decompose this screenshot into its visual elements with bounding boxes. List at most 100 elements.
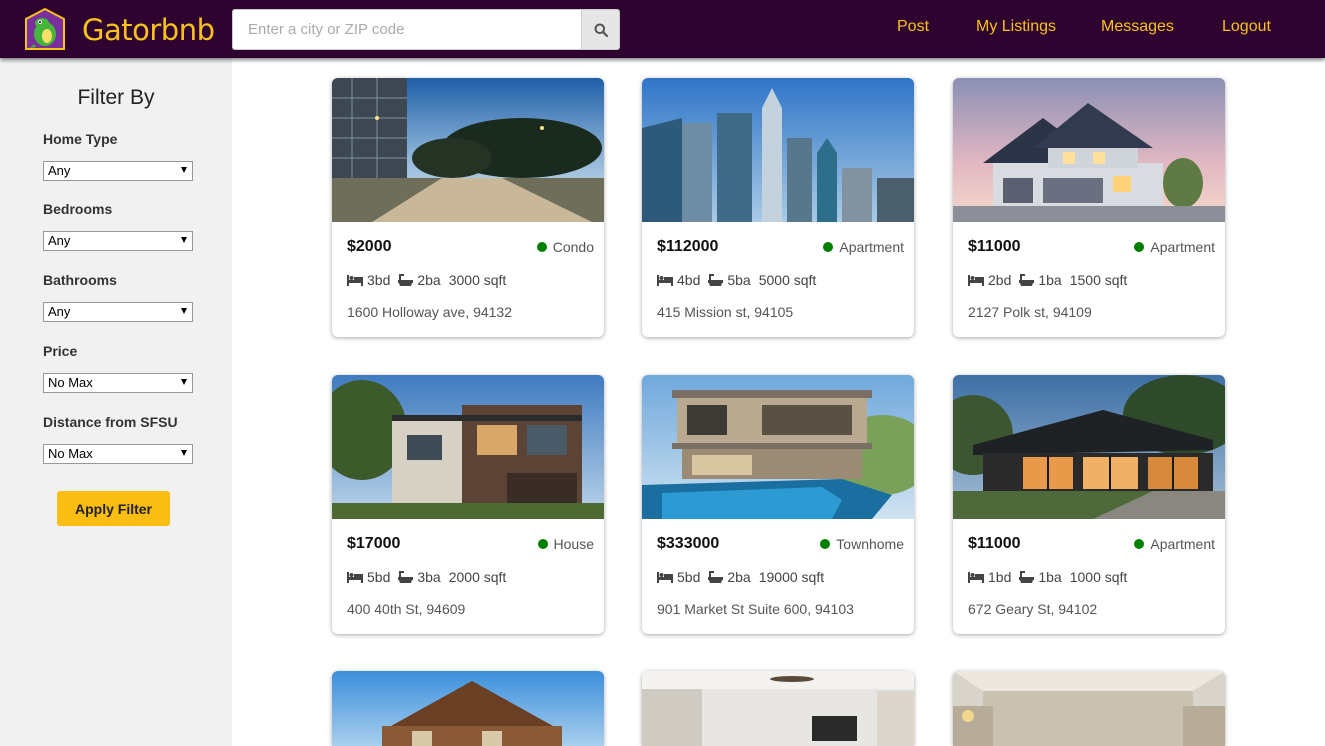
listing-price: $11000 <box>968 535 1021 552</box>
price-value: No Max <box>48 375 93 390</box>
price-select[interactable]: No Max <box>43 373 193 393</box>
listing-price: $11000 <box>968 238 1021 255</box>
bed-icon <box>657 571 673 583</box>
listing-type: Apartment <box>823 239 904 255</box>
top-navbar: Gatorbnb Post My Listings Messages Logou… <box>0 0 1325 58</box>
listing-price: $333000 <box>657 535 720 552</box>
dropdown-arrow-icon <box>181 450 187 456</box>
square-footage: 1500 sqft <box>1069 272 1128 288</box>
listing-type: Townhome <box>820 536 904 552</box>
bathroom-count: 3ba <box>417 569 441 585</box>
available-dot-icon <box>536 242 547 252</box>
listing-price: $112000 <box>657 238 719 255</box>
home-type-select[interactable]: Any <box>43 161 193 181</box>
listing-photo[interactable] <box>332 375 604 519</box>
bed-icon <box>347 274 363 286</box>
listing-card[interactable]: $11000 Apartment 2bd 1ba 1500 sqft 2127 … <box>953 78 1225 337</box>
square-footage: 1000 sqft <box>1069 569 1128 585</box>
bedroom-count: 4bd <box>677 272 701 288</box>
bathrooms-value: Any <box>48 304 71 319</box>
filter-label-bedrooms: Bedrooms <box>43 201 113 217</box>
listing-type-label: Condo <box>552 239 594 255</box>
nav-post-link[interactable]: Post <box>897 18 929 36</box>
bath-icon <box>398 570 414 583</box>
filter-title: Filter By <box>77 86 155 109</box>
bath-icon <box>398 273 414 286</box>
listing-photo[interactable] <box>332 78 604 222</box>
bedroom-count: 1bd <box>988 569 1012 585</box>
listing-address: 672 Geary St, 94102 <box>968 601 1098 617</box>
bath-icon <box>708 273 724 286</box>
filter-sidebar: Filter By Home Type Any Bedrooms Any Bat… <box>0 58 232 746</box>
available-dot-icon <box>823 242 834 252</box>
bedrooms-value: Any <box>48 233 71 248</box>
listing-photo[interactable] <box>332 671 604 746</box>
bathroom-count: 1ba <box>1038 272 1062 288</box>
gator-logo-icon[interactable] <box>24 8 66 50</box>
filter-label-price: Price <box>43 343 78 359</box>
listing-card[interactable]: $112000 Apartment 4bd 5ba 5000 sqft 415 … <box>642 78 914 337</box>
listing-type-label: Townhome <box>836 536 904 552</box>
square-footage: 19000 sqft <box>758 569 825 585</box>
listing-card-partial[interactable] <box>332 671 604 746</box>
listing-card[interactable]: $2000 Condo 3bd 2ba 3000 sqft 1600 Hollo… <box>332 78 604 337</box>
bath-icon <box>1019 570 1035 583</box>
square-footage: 5000 sqft <box>758 272 817 288</box>
search-icon <box>594 23 608 37</box>
brand-name[interactable]: Gatorbnb <box>82 13 215 47</box>
bath-icon <box>1019 273 1035 286</box>
listing-photo[interactable] <box>642 375 914 519</box>
search-button[interactable] <box>581 9 620 50</box>
nav-messages-link[interactable]: Messages <box>1101 18 1174 36</box>
listing-type: Apartment <box>1134 536 1215 552</box>
listing-card[interactable]: $17000 House 5bd 3ba 2000 sqft 400 40th … <box>332 375 604 634</box>
nav-my-listings-link[interactable]: My Listings <box>976 18 1056 36</box>
bathrooms-select[interactable]: Any <box>43 302 193 322</box>
listing-type-label: Apartment <box>1150 239 1215 255</box>
listing-specs: 1bd 1ba 1000 sqft <box>968 569 1127 585</box>
listing-specs: 5bd 2ba 19000 sqft <box>657 569 824 585</box>
listing-specs: 2bd 1ba 1500 sqft <box>968 272 1127 288</box>
listing-address: 901 Market St Suite 600, 94103 <box>657 601 854 617</box>
listing-type: House <box>537 536 594 552</box>
bathroom-count: 1ba <box>1038 569 1062 585</box>
listing-address: 415 Mission st, 94105 <box>657 304 794 320</box>
listing-card-partial[interactable] <box>642 671 914 746</box>
bedroom-count: 5bd <box>677 569 701 585</box>
nav-logout-link[interactable]: Logout <box>1222 18 1271 36</box>
listing-card[interactable]: $11000 Apartment 1bd 1ba 1000 sqft 672 G… <box>953 375 1225 634</box>
available-dot-icon <box>1134 242 1145 252</box>
listing-photo[interactable] <box>953 671 1225 746</box>
listing-card-partial[interactable] <box>953 671 1225 746</box>
apply-filter-button[interactable]: Apply Filter <box>57 491 170 526</box>
distance-value: No Max <box>48 446 93 461</box>
square-footage: 3000 sqft <box>448 272 507 288</box>
bath-icon <box>708 570 724 583</box>
listing-specs: 5bd 3ba 2000 sqft <box>347 569 506 585</box>
bathroom-count: 2ba <box>417 272 441 288</box>
filter-label-home-type: Home Type <box>43 131 118 147</box>
search-input[interactable] <box>232 9 582 50</box>
listing-photo[interactable] <box>642 78 914 222</box>
bathroom-count: 5ba <box>727 272 751 288</box>
bedrooms-select[interactable]: Any <box>43 231 193 251</box>
bed-icon <box>968 571 984 583</box>
available-dot-icon <box>537 539 548 549</box>
listing-photo[interactable] <box>642 671 914 746</box>
listing-price: $17000 <box>347 535 401 552</box>
listing-type: Condo <box>536 239 594 255</box>
filter-label-bathrooms: Bathrooms <box>43 272 117 288</box>
distance-select[interactable]: No Max <box>43 444 193 464</box>
listing-type-label: House <box>553 536 594 552</box>
listing-price: $2000 <box>347 238 392 255</box>
available-dot-icon <box>1134 539 1145 549</box>
bathroom-count: 2ba <box>727 569 751 585</box>
listing-specs: 4bd 5ba 5000 sqft <box>657 272 816 288</box>
dropdown-arrow-icon <box>181 237 187 243</box>
listing-photo[interactable] <box>953 375 1225 519</box>
listing-photo[interactable] <box>953 78 1225 222</box>
listing-card[interactable]: $333000 Townhome 5bd 2ba 19000 sqft 901 … <box>642 375 914 634</box>
dropdown-arrow-icon <box>181 308 187 314</box>
dropdown-arrow-icon <box>181 379 187 385</box>
listing-type: Apartment <box>1134 239 1215 255</box>
